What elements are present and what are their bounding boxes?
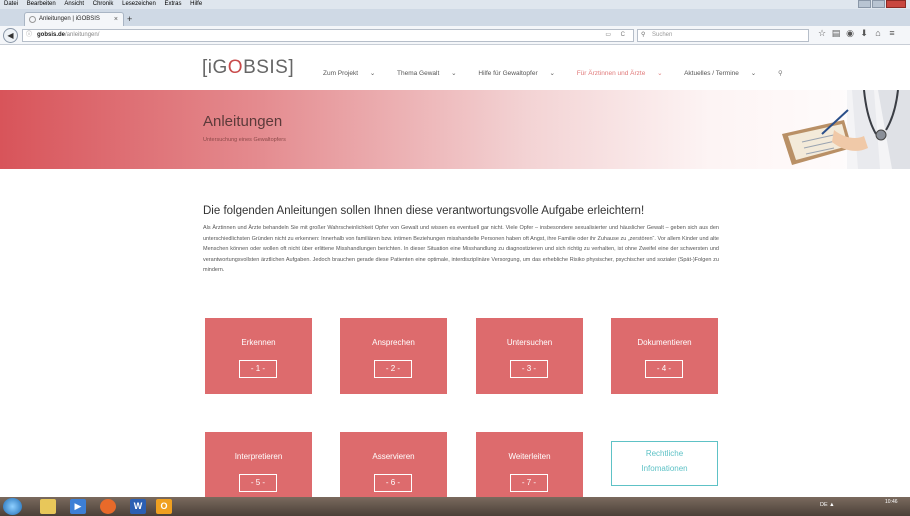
menu-item-chronik[interactable]: Chronik (93, 1, 114, 7)
favicon-icon (29, 16, 36, 23)
minimize-button[interactable] (858, 0, 871, 8)
url-domain: gobsis.de (37, 32, 66, 38)
nav-item-thema-gewalt[interactable]: Thema Gewalt ⌄ (397, 70, 467, 77)
logo-text-start: [iG (202, 57, 228, 78)
card-label: Erkennen (241, 338, 276, 347)
media-player-icon[interactable]: ▶ (70, 499, 86, 514)
card-label: Interpretieren (234, 452, 283, 461)
intro-paragraph: Als Ärztinnen und Ärzte behandeln Sie mi… (203, 225, 719, 273)
windows-taskbar: ▶ W O DE ▲ 10:46 (0, 497, 910, 516)
card-label: Untersuchen (506, 338, 553, 347)
bookmarks-icon[interactable]: ▤ (829, 28, 843, 39)
nav-item-aerzte[interactable]: Für Ärztinnen und Ärzte ⌄ (577, 70, 673, 77)
chevron-down-icon: ⌄ (657, 70, 663, 77)
new-tab-button[interactable]: + (127, 14, 132, 24)
reload-icon[interactable]: C (621, 30, 625, 41)
download-icon[interactable]: ⬇ (857, 28, 871, 39)
site-header: [iGOBSIS] Zum Projekt ⌄ Thema Gewalt ⌄ H… (0, 45, 910, 90)
menu-item-bearbeiten[interactable]: Bearbeiten (27, 1, 56, 7)
maximize-button[interactable] (872, 0, 885, 8)
content-heading: Die folgenden Anleitungen sollen Ihnen d… (203, 205, 645, 217)
card-erkennen[interactable]: Erkennen - 1 - (205, 318, 312, 394)
card-outline-line2: Infomationen (641, 464, 688, 473)
tab-bar: Anleitungen | iGOBSIS × + (0, 9, 910, 26)
nav-label: Hilfe für Gewaltopfer (478, 70, 538, 77)
pocket-icon[interactable]: ◉ (843, 28, 857, 39)
chevron-down-icon: ⌄ (750, 70, 757, 77)
search-icon: ⚲ (641, 32, 646, 38)
doctor-illustration (752, 90, 910, 169)
card-number: - 3 - (510, 360, 548, 378)
back-arrow-icon: ◀ (7, 31, 14, 40)
menu-item-lesezeichen[interactable]: Lesezeichen (122, 1, 156, 7)
reader-view-icon[interactable]: ▭ (605, 30, 611, 41)
card-number: - 5 - (239, 474, 277, 492)
card-untersuchen[interactable]: Untersuchen - 3 - (476, 318, 583, 394)
site-logo[interactable]: [iGOBSIS] (202, 57, 294, 79)
tab-title: Anleitungen | iGOBSIS (39, 16, 100, 22)
logo-o: O (227, 57, 244, 78)
menu-item-hilfe[interactable]: Hilfe (190, 1, 202, 7)
clock[interactable]: 10:46 (885, 499, 898, 506)
card-ansprechen[interactable]: Ansprechen - 2 - (340, 318, 447, 394)
nav-label: Thema Gewalt (397, 70, 440, 77)
firefox-icon[interactable] (100, 499, 116, 514)
nav-item-aktuelles[interactable]: Aktuelles / Termine ⌄ (684, 70, 766, 77)
start-button[interactable] (3, 498, 22, 515)
site-search-icon[interactable]: ⚲ (778, 70, 783, 77)
window-close-button[interactable] (886, 0, 906, 8)
menu-item-ansicht[interactable]: Ansicht (64, 1, 84, 7)
page-subtitle: Untersuchung eines Gewaltopfers (203, 137, 286, 143)
card-outline-line1: Rechtliche (645, 449, 684, 458)
menu-bar: Datei Bearbeiten Ansicht Chronik Lesezei… (0, 0, 910, 9)
explorer-icon[interactable] (40, 499, 56, 514)
site-info-icon[interactable]: ⓘ (26, 30, 32, 41)
card-label: Weiterleiten (508, 452, 551, 461)
logo-text-end: BSIS] (243, 57, 295, 78)
outlook-icon[interactable]: O (156, 499, 172, 514)
chevron-down-icon: ⌄ (451, 70, 457, 77)
card-number: - 7 - (510, 474, 548, 492)
search-bar[interactable]: ⚲ Suchen (637, 29, 809, 42)
card-rechtliche-informationen[interactable]: Rechtliche Infomationen (611, 441, 718, 486)
toolbar-icons: ☆ ▤ ◉ ⬇ ⌂ ≡ (815, 28, 899, 39)
home-icon[interactable]: ⌂ (871, 28, 885, 39)
card-dokumentieren[interactable]: Dokumentieren - 4 - (611, 318, 718, 394)
window-controls (857, 0, 906, 9)
card-number: - 4 - (645, 360, 683, 378)
url-path: /anleitungen/ (65, 32, 100, 38)
tab-close-icon[interactable]: × (114, 13, 118, 26)
back-button[interactable]: ◀ (3, 28, 18, 43)
search-placeholder: Suchen (652, 32, 673, 38)
card-outline-label: Rechtliche Infomationen (612, 446, 717, 476)
card-number: - 6 - (374, 474, 412, 492)
chevron-down-icon: ⌄ (549, 70, 555, 77)
nav-label: Für Ärztinnen und Ärzte (576, 70, 646, 77)
nav-item-hilfe[interactable]: Hilfe für Gewaltopfer ⌄ (478, 70, 565, 77)
card-label: Asservieren (372, 452, 415, 461)
menu-item-extras[interactable]: Extras (164, 1, 181, 7)
navigation-bar: ◀ ⓘ gobsis.de/anleitungen/ ▭ C ⚲ Suchen … (0, 26, 910, 45)
nav-label: Zum Projekt (323, 70, 359, 77)
card-number: - 1 - (239, 360, 277, 378)
word-icon[interactable]: W (130, 499, 146, 514)
hero-banner: Anleitungen Untersuchung eines Gewaltopf… (0, 90, 910, 169)
card-number: - 2 - (374, 360, 412, 378)
bookmark-star-icon[interactable]: ☆ (815, 28, 829, 39)
browser-tab[interactable]: Anleitungen | iGOBSIS × (24, 12, 124, 26)
card-label: Ansprechen (372, 338, 415, 347)
menu-item-datei[interactable]: Datei (4, 1, 18, 7)
chevron-down-icon: ⌄ (369, 70, 376, 77)
card-label: Dokumentieren (637, 338, 692, 347)
nav-item-zum-projekt[interactable]: Zum Projekt ⌄ (323, 70, 385, 77)
page-title: Anleitungen (203, 113, 283, 130)
hamburger-menu-icon[interactable]: ≡ (885, 28, 899, 39)
system-tray[interactable]: DE ▲ (820, 502, 835, 508)
nav-label: Aktuelles / Termine (684, 70, 739, 77)
main-nav: Zum Projekt ⌄ Thema Gewalt ⌄ Hilfe für G… (323, 69, 793, 77)
url-bar[interactable]: ⓘ gobsis.de/anleitungen/ ▭ C (22, 29, 634, 42)
